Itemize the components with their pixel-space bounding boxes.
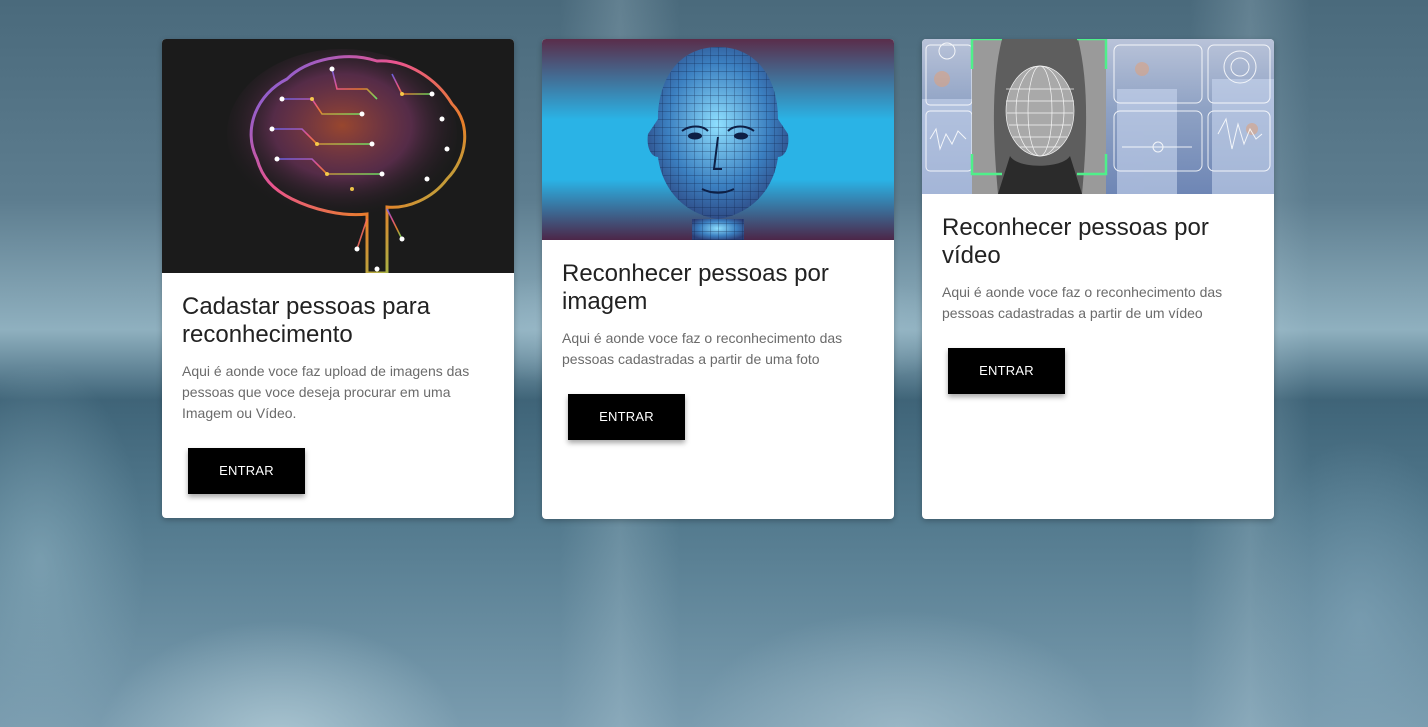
card-description: Aqui é aonde voce faz upload de imagens …: [182, 363, 470, 421]
card-title: Reconhecer pessoas por vídeo: [942, 214, 1209, 269]
card-title: Reconhecer pessoas por imagem: [562, 260, 829, 315]
wireframe-face-image: [542, 39, 894, 240]
card-description: Aqui é aonde voce faz o reconhecimento d…: [562, 330, 843, 367]
card-recognize-image: Reconhecer pessoas por imagem Aqui é aon…: [542, 39, 894, 519]
card-recognize-video: Reconhecer pessoas por vídeo Aqui é aond…: [922, 39, 1274, 519]
enter-button-register[interactable]: ENTRAR: [188, 448, 305, 494]
card-description: Aqui é aonde voce faz o reconhecimento d…: [942, 284, 1223, 321]
enter-button-image[interactable]: ENTRAR: [568, 394, 685, 440]
card-content: Reconhecer pessoas por vídeo Aqui é aond…: [922, 194, 1274, 394]
card-title: Cadastar pessoas para reconhecimento: [182, 293, 431, 348]
circuit-brain-image: [162, 39, 514, 273]
face-scan-hud-image: [922, 39, 1274, 194]
enter-button-video[interactable]: ENTRAR: [948, 348, 1065, 394]
card-content: Reconhecer pessoas por imagem Aqui é aon…: [542, 240, 894, 440]
card-register-people: Cadastar pessoas para reconhecimento Aqu…: [162, 39, 514, 518]
card-content: Cadastar pessoas para reconhecimento Aqu…: [162, 273, 514, 494]
